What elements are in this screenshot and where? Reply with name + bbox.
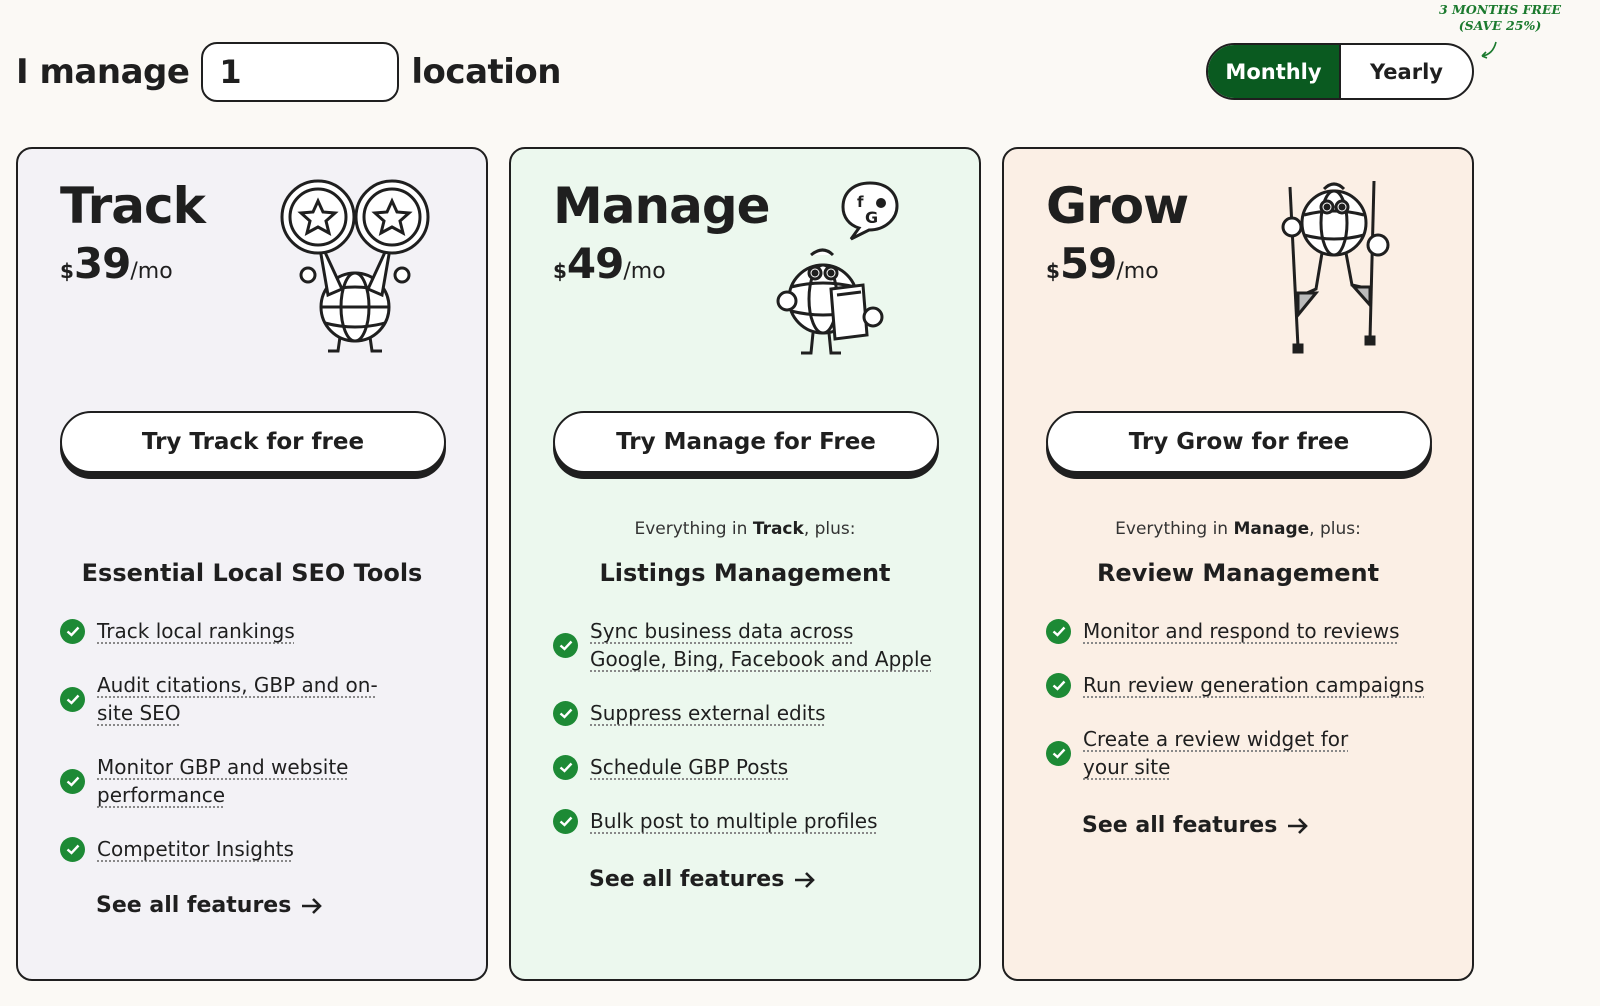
includes-suffix: , plus: bbox=[803, 519, 856, 539]
feature-text[interactable]: Monitor and respond to reviews bbox=[1083, 617, 1400, 645]
feature-text[interactable]: Audit citations, GBP and on-site SEO bbox=[97, 671, 387, 727]
check-icon bbox=[553, 632, 578, 658]
price-currency: $ bbox=[553, 259, 567, 283]
billing-toggle: Monthly Yearly bbox=[1206, 43, 1474, 100]
check-icon bbox=[553, 808, 578, 834]
try-track-button[interactable]: Try Track for free bbox=[60, 411, 446, 473]
arrow-right-icon bbox=[795, 871, 816, 888]
feature-text[interactable]: Create a review widget for your site bbox=[1083, 725, 1363, 781]
arrow-right-icon bbox=[302, 897, 323, 914]
feature-text[interactable]: Suppress external edits bbox=[590, 699, 826, 727]
see-all-label: See all features bbox=[96, 893, 292, 918]
feature-item: Competitor Insights bbox=[60, 835, 450, 863]
billing-monthly-option[interactable]: Monthly bbox=[1208, 45, 1341, 98]
feature-text[interactable]: Competitor Insights bbox=[97, 835, 294, 863]
yearly-promo-note: 3 MONTHS FREE (SAVE 25%) bbox=[1430, 2, 1570, 34]
feature-item: Bulk post to multiple profiles bbox=[553, 807, 943, 835]
price-period: /mo bbox=[130, 259, 173, 284]
feature-text[interactable]: Schedule GBP Posts bbox=[590, 753, 788, 781]
check-icon bbox=[60, 768, 85, 794]
check-icon bbox=[1046, 740, 1071, 766]
includes-plan-name: Track bbox=[752, 519, 804, 539]
check-icon bbox=[553, 700, 578, 726]
feature-item: Run review generation campaigns bbox=[1046, 671, 1436, 699]
promo-line-2: (SAVE 25%) bbox=[1458, 18, 1542, 33]
includes-plan-name: Manage bbox=[1233, 519, 1310, 539]
feature-text[interactable]: Monitor GBP and website performance bbox=[97, 753, 387, 809]
feature-item: Schedule GBP Posts bbox=[553, 753, 943, 781]
check-icon bbox=[60, 618, 85, 644]
feature-item: Create a review widget for your site bbox=[1046, 725, 1436, 781]
globe-reading-icon: f G bbox=[776, 181, 899, 355]
plan-includes-note: Everything in Manage, plus: bbox=[1004, 519, 1472, 539]
price-amount: 59 bbox=[1059, 239, 1117, 288]
price-currency: $ bbox=[60, 259, 74, 283]
features-heading: Listings Management bbox=[599, 559, 891, 587]
price-period: /mo bbox=[1116, 259, 1159, 284]
feature-text[interactable]: Bulk post to multiple profiles bbox=[590, 807, 878, 835]
price-currency: $ bbox=[1046, 259, 1060, 283]
features-heading: Review Management bbox=[1096, 559, 1380, 587]
globe-on-stilts-icon bbox=[1281, 180, 1390, 354]
features-heading: Essential Local SEO Tools bbox=[81, 559, 423, 587]
feature-item: Monitor GBP and website performance bbox=[60, 753, 450, 809]
check-icon bbox=[60, 836, 85, 862]
see-all-features-link[interactable]: See all features bbox=[96, 893, 323, 918]
locations-count-input[interactable] bbox=[201, 42, 400, 102]
promo-arrow-icon bbox=[1481, 41, 1497, 59]
feature-text[interactable]: Sync business data across Google, Bing, … bbox=[590, 617, 935, 673]
plan-name: Track bbox=[60, 177, 206, 235]
svg-text:G: G bbox=[865, 208, 878, 227]
features-list: Track local rankings Audit citations, GB… bbox=[60, 617, 450, 863]
check-icon bbox=[60, 686, 85, 712]
check-icon bbox=[1046, 618, 1071, 644]
see-all-features-link[interactable]: See all features bbox=[1082, 813, 1309, 838]
try-manage-button[interactable]: Try Manage for Free bbox=[553, 411, 939, 473]
plan-name: Manage bbox=[553, 177, 771, 235]
feature-item: Track local rankings bbox=[60, 617, 450, 645]
plan-includes-note: Everything in Track, plus: bbox=[511, 519, 979, 539]
plan-price: $ 59 /mo bbox=[1046, 239, 1159, 288]
feature-item: Suppress external edits bbox=[553, 699, 943, 727]
price-amount: 49 bbox=[566, 239, 624, 288]
feature-text[interactable]: Track local rankings bbox=[97, 617, 295, 645]
check-icon bbox=[553, 754, 578, 780]
billing-yearly-option[interactable]: Yearly bbox=[1341, 45, 1472, 98]
binoculars-globe-icon bbox=[280, 179, 430, 353]
svg-text:f: f bbox=[857, 193, 864, 211]
plan-card-track: Track $ 39 /mo Try Track for free Essent… bbox=[16, 147, 488, 981]
check-icon bbox=[1046, 672, 1071, 698]
promo-line-1: 3 MONTHS FREE bbox=[1438, 2, 1561, 17]
includes-prefix: Everything in bbox=[1115, 519, 1234, 539]
price-amount: 39 bbox=[73, 239, 131, 288]
feature-text[interactable]: Run review generation campaigns bbox=[1083, 671, 1424, 699]
includes-suffix: , plus: bbox=[1309, 519, 1361, 539]
includes-prefix: Everything in bbox=[634, 519, 753, 539]
feature-item: Sync business data across Google, Bing, … bbox=[553, 617, 943, 673]
features-list: Sync business data across Google, Bing, … bbox=[553, 617, 943, 835]
features-list: Monitor and respond to reviews Run revie… bbox=[1046, 617, 1436, 781]
try-grow-button[interactable]: Try Grow for free bbox=[1046, 411, 1432, 473]
plan-name: Grow bbox=[1046, 177, 1189, 235]
plan-price: $ 49 /mo bbox=[553, 239, 666, 288]
see-all-label: See all features bbox=[1082, 813, 1278, 838]
see-all-label: See all features bbox=[589, 867, 785, 892]
feature-item: Audit citations, GBP and on-site SEO bbox=[60, 671, 450, 727]
see-all-features-link[interactable]: See all features bbox=[589, 867, 816, 892]
arrow-right-icon bbox=[1288, 817, 1309, 834]
feature-item: Monitor and respond to reviews bbox=[1046, 617, 1436, 645]
plan-price: $ 39 /mo bbox=[60, 239, 173, 288]
price-period: /mo bbox=[623, 259, 666, 284]
manage-suffix-label: location bbox=[411, 52, 561, 92]
location-selector: I manage location bbox=[16, 42, 561, 102]
plan-card-grow: Grow $ 59 /mo Try Grow for free Everythi… bbox=[1002, 147, 1474, 981]
plan-card-manage: Manage $ 49 /mo f G Try Manage for Free … bbox=[509, 147, 981, 981]
manage-prefix-label: I manage bbox=[16, 52, 190, 92]
